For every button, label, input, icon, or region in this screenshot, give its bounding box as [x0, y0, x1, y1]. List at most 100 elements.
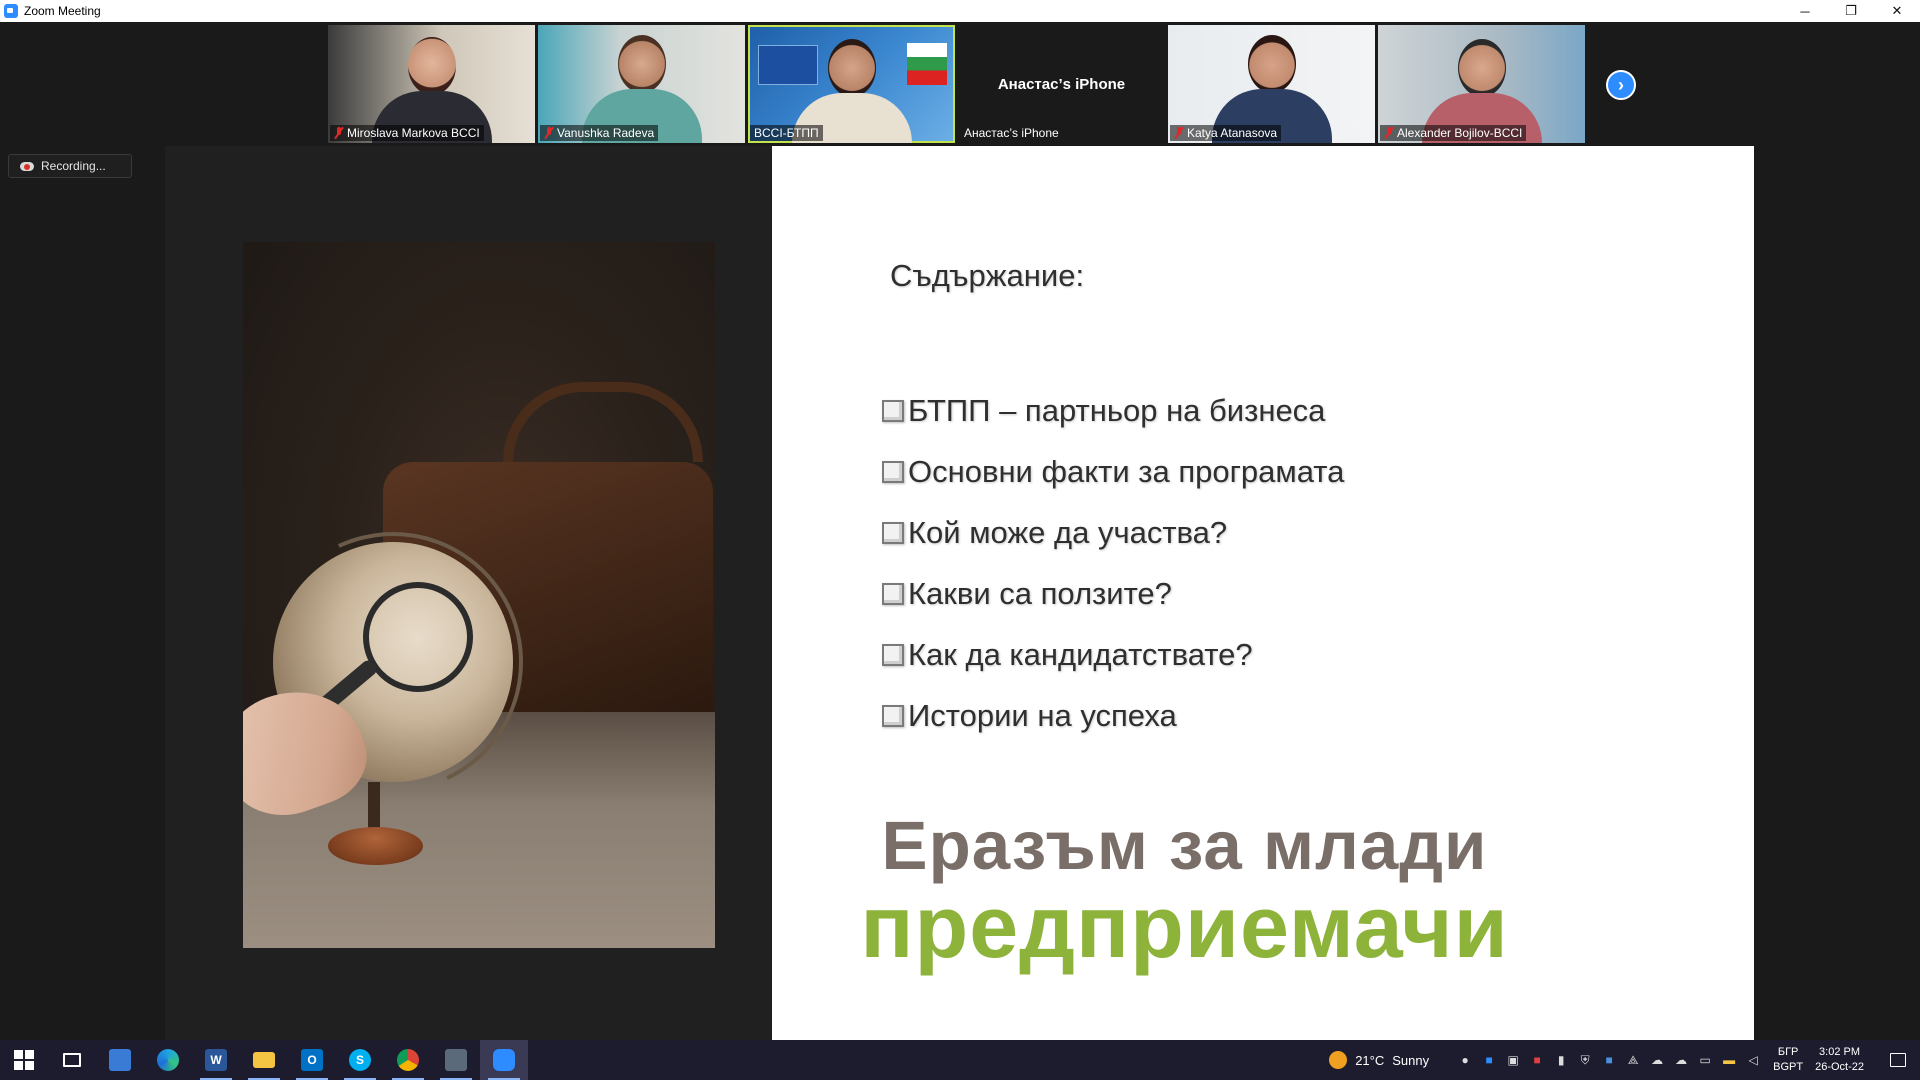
microphone-icon[interactable]: ▮ — [1553, 1052, 1569, 1068]
task-view-icon — [63, 1053, 81, 1067]
window-controls: ─ ❐ ✕ — [1782, 0, 1920, 22]
clock-date: 26-Oct-22 — [1815, 1061, 1864, 1073]
shield-icon[interactable]: ⛨ — [1577, 1052, 1593, 1068]
calculator-icon — [445, 1049, 467, 1071]
globe-stand — [368, 782, 380, 832]
recording-indicator[interactable]: Recording... — [8, 154, 132, 178]
store-button[interactable] — [96, 1040, 144, 1080]
participant-tile[interactable]: Katya Atanasova — [1168, 25, 1375, 143]
mic-muted-icon — [1384, 127, 1394, 139]
program-title-line1: Еразъм за млади — [881, 807, 1488, 884]
slide-bullet: БТПП – партньор на бизнеса — [882, 380, 1344, 441]
clock[interactable]: 3:02 PM 26-Oct-22 — [1815, 1045, 1864, 1075]
folder-tray-icon[interactable]: ▬ — [1721, 1052, 1737, 1068]
slide-bullet-text: Как да кандидатствате? — [908, 636, 1253, 672]
participant-nametag: Katya Atanasova — [1170, 125, 1282, 141]
minimize-button[interactable]: ─ — [1782, 0, 1828, 22]
meeting-area: Miroslava Markova BCCI Vanushka Radeva B… — [0, 22, 1920, 1040]
chrome-button[interactable] — [384, 1040, 432, 1080]
notification-center-button[interactable] — [1876, 1040, 1920, 1080]
slide-bullet: Какви са ползите? — [882, 563, 1344, 624]
participant-name: Vanushka Radeva — [557, 126, 655, 140]
system-tray: 21°C Sunny ● ■ ▣ ■ ▮ ⛨ ■ ⟁ ☁ ☁ ▭ ▬ ◁ БГР… — [1329, 1040, 1920, 1080]
participant-tile[interactable]: Vanushka Radeva — [538, 25, 745, 143]
zoom-button[interactable] — [480, 1040, 528, 1080]
slide-bullet-text: Кой може да участва? — [908, 514, 1228, 550]
bag-strap — [503, 382, 703, 462]
checkbox-bullet-icon — [882, 582, 904, 605]
cloud-off-icon[interactable]: ☁ — [1649, 1052, 1665, 1068]
participant-nametag: Анастас’s iPhone — [960, 125, 1063, 141]
weather-widget[interactable]: 21°C Sunny — [1329, 1051, 1429, 1069]
mic-muted-icon — [334, 127, 344, 139]
outlook-icon: O — [301, 1049, 323, 1071]
restore-button[interactable]: ❐ — [1828, 0, 1874, 22]
zoom-icon — [493, 1049, 515, 1071]
globe-base — [328, 827, 423, 865]
slide-bullet-text: Основни факти за програмата — [908, 453, 1345, 489]
recording-label: Recording... — [41, 159, 106, 173]
red-app-tray-icon[interactable]: ■ — [1529, 1052, 1545, 1068]
word-button[interactable]: W — [192, 1040, 240, 1080]
zoom-tray-icon[interactable]: ■ — [1481, 1052, 1497, 1068]
participant-nametag: Vanushka Radeva — [540, 125, 659, 141]
participant-tile-active-speaker[interactable]: BCCI-БТПП — [748, 25, 955, 143]
window-titlebar: Zoom Meeting ─ ❐ ✕ — [0, 0, 1920, 22]
program-title-line2: предприемачи — [860, 877, 1509, 976]
outlook-button[interactable]: O — [288, 1040, 336, 1080]
checkbox-bullet-icon — [882, 704, 904, 727]
weather-temp: 21°C — [1355, 1052, 1385, 1068]
participant-name: BCCI-БТПП — [754, 126, 819, 140]
chrome-icon — [397, 1049, 419, 1071]
participant-nametag: Miroslava Markova BCCI — [330, 125, 484, 141]
slide-bullet: Кой може да участва? — [882, 502, 1344, 563]
gallery-next-arrow-icon[interactable]: › — [1606, 70, 1636, 100]
cloud-icon[interactable]: ☁ — [1673, 1052, 1689, 1068]
window-title: Zoom Meeting — [24, 4, 101, 18]
checkbox-bullet-icon — [882, 460, 904, 483]
language-indicator[interactable]: БГР BGPT — [1773, 1045, 1803, 1075]
checkbox-bullet-icon — [882, 399, 904, 422]
mic-muted-icon — [544, 127, 554, 139]
zoom-app-icon — [4, 4, 18, 18]
language-top: БГР — [1777, 1046, 1799, 1058]
checkbox-bullet-icon — [882, 521, 904, 544]
shared-screen: Съдържание: БТПП – партньор на бизнеса О… — [165, 146, 1754, 1040]
network-share-icon[interactable]: ⟁ — [1625, 1052, 1641, 1068]
record-icon[interactable]: ● — [1457, 1052, 1473, 1068]
participant-nametag: Alexander Bojilov-BCCI — [1380, 125, 1527, 141]
app-tray-icon[interactable]: ▣ — [1505, 1052, 1521, 1068]
clock-time: 3:02 PM — [1819, 1046, 1861, 1058]
participant-name: Alexander Bojilov-BCCI — [1397, 126, 1523, 140]
slide-bullet-text: Какви са ползите? — [908, 575, 1172, 611]
globe-photo — [243, 242, 715, 948]
slide-content: Съдържание: БТПП – партньор на бизнеса О… — [772, 146, 1754, 1040]
windows-logo-icon — [14, 1050, 34, 1070]
slide-heading: Съдържание: — [890, 258, 1085, 293]
network-icon[interactable]: ▭ — [1697, 1052, 1713, 1068]
calculator-button[interactable] — [432, 1040, 480, 1080]
skype-icon: S — [349, 1049, 371, 1071]
participant-strip: Miroslava Markova BCCI Vanushka Radeva B… — [328, 25, 1585, 143]
slide-bullet: Истории на успеха — [882, 685, 1344, 746]
file-explorer-button[interactable] — [240, 1040, 288, 1080]
skype-button[interactable]: S — [336, 1040, 384, 1080]
slide-bullet: Как да кандидатствате? — [882, 624, 1344, 685]
task-view-button[interactable] — [48, 1040, 96, 1080]
start-button[interactable] — [0, 1040, 48, 1080]
participant-name: Katya Atanasova — [1187, 126, 1278, 140]
slide-bullet: Основни факти за програмата — [882, 441, 1344, 502]
volume-icon[interactable]: ◁ — [1745, 1052, 1761, 1068]
store-icon — [109, 1049, 131, 1071]
slide-bullet-text: БТПП – партньор на бизнеса — [908, 392, 1326, 428]
edge-button[interactable] — [144, 1040, 192, 1080]
participant-tile[interactable]: Анастас’s iPhone Анастас’s iPhone — [958, 25, 1165, 143]
edge-icon — [157, 1049, 179, 1071]
close-button[interactable]: ✕ — [1874, 0, 1920, 22]
participant-name: Miroslava Markova BCCI — [347, 126, 480, 140]
blue-app-tray-icon[interactable]: ■ — [1601, 1052, 1617, 1068]
participant-tile[interactable]: Alexander Bojilov-BCCI — [1378, 25, 1585, 143]
participant-name: Анастас’s iPhone — [964, 126, 1059, 140]
bg-flag-backdrop — [907, 43, 947, 85]
participant-tile[interactable]: Miroslava Markova BCCI — [328, 25, 535, 143]
